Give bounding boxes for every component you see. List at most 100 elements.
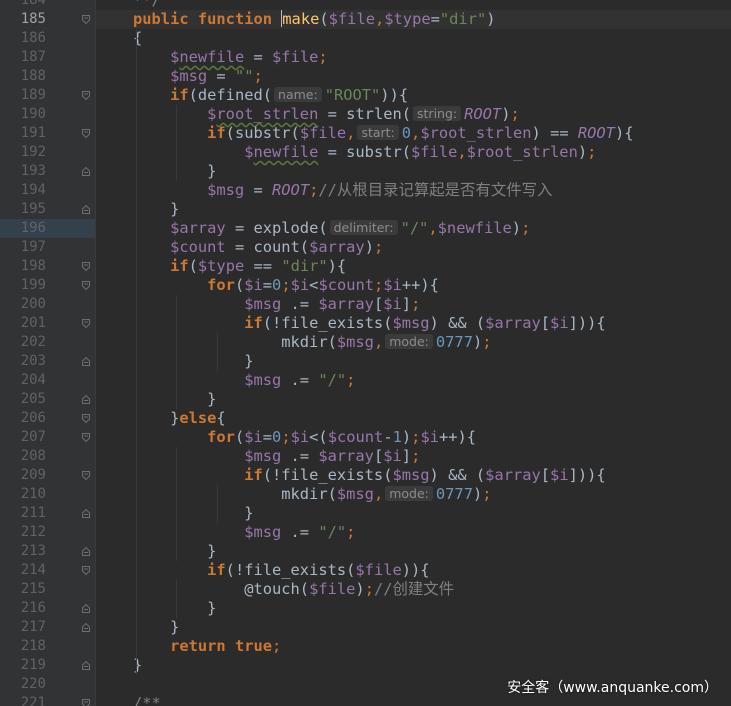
- code-line[interactable]: 206 }else{: [0, 409, 731, 428]
- line-gutter[interactable]: 209: [0, 466, 96, 485]
- fold-close-icon[interactable]: [82, 623, 90, 632]
- line-gutter[interactable]: 184: [0, 0, 96, 10]
- fold-close-icon[interactable]: [82, 547, 90, 556]
- fold-open-icon[interactable]: [82, 566, 90, 575]
- code-text[interactable]: if(defined(name: "ROOT")){: [133, 86, 408, 105]
- fold-open-icon[interactable]: [82, 15, 90, 24]
- fold-close-icon[interactable]: [82, 604, 90, 613]
- code-line[interactable]: 208 $msg .= $array[$i];: [0, 447, 731, 466]
- line-gutter[interactable]: 185: [0, 10, 96, 29]
- code-text[interactable]: if(!file_exists($msg) && ($array[$i])){: [133, 466, 605, 485]
- line-gutter[interactable]: 189: [0, 86, 96, 105]
- fold-open-icon[interactable]: [82, 262, 90, 271]
- code-text[interactable]: }: [133, 162, 216, 181]
- code-line[interactable]: 184 **/: [0, 0, 731, 10]
- fold-close-icon[interactable]: [82, 395, 90, 404]
- code-text[interactable]: $root_strlen = strlen(string: ROOT);: [133, 105, 520, 124]
- code-text[interactable]: mkdir($msg, mode: 0777);: [133, 333, 491, 352]
- code-text[interactable]: $msg = ROOT;//从根目录记算起是否有文件写入: [133, 181, 552, 200]
- line-gutter[interactable]: 213: [0, 542, 96, 561]
- fold-close-icon[interactable]: [82, 357, 90, 366]
- fold-open-icon[interactable]: [82, 414, 90, 423]
- code-text[interactable]: $msg .= "/";: [133, 371, 355, 390]
- code-text[interactable]: }else{: [133, 409, 226, 428]
- line-gutter[interactable]: 200: [0, 295, 96, 314]
- fold-open-icon[interactable]: [82, 91, 90, 100]
- code-text[interactable]: {: [133, 29, 142, 48]
- line-gutter[interactable]: 196: [0, 219, 96, 238]
- code-line[interactable]: 207 for($i=0;$i<($count-1);$i++){: [0, 428, 731, 447]
- code-line[interactable]: 185 public function make($file,$type="dir…: [0, 10, 731, 29]
- line-gutter[interactable]: 187: [0, 48, 96, 67]
- code-line[interactable]: 188 $msg = "";: [0, 67, 731, 86]
- fold-open-icon[interactable]: [82, 319, 90, 328]
- line-gutter[interactable]: 198: [0, 257, 96, 276]
- line-gutter[interactable]: 218: [0, 637, 96, 656]
- line-gutter[interactable]: 205: [0, 390, 96, 409]
- line-gutter[interactable]: 217: [0, 618, 96, 637]
- code-line[interactable]: 218 return true;: [0, 637, 731, 656]
- line-gutter[interactable]: 199: [0, 276, 96, 295]
- line-gutter[interactable]: 215: [0, 580, 96, 599]
- code-text[interactable]: }: [133, 656, 142, 675]
- code-line[interactable]: 204 $msg .= "/";: [0, 371, 731, 390]
- code-line[interactable]: 211 }: [0, 504, 731, 523]
- code-text[interactable]: $msg = "";: [133, 67, 263, 86]
- code-text[interactable]: if(substr($file, start: 0,$root_strlen) ==…: [133, 124, 633, 143]
- code-text[interactable]: for($i=0;$i<$count;$i++){: [133, 276, 439, 295]
- code-line[interactable]: 187 $newfile = $file;: [0, 48, 731, 67]
- code-text[interactable]: if($type == "dir"){: [133, 257, 346, 276]
- fold-open-icon[interactable]: [82, 129, 90, 138]
- code-line[interactable]: 203 }: [0, 352, 731, 371]
- code-line[interactable]: 197 $count = count($array);: [0, 238, 731, 257]
- code-line[interactable]: 210 mkdir($msg, mode: 0777);: [0, 485, 731, 504]
- fold-close-icon[interactable]: [82, 509, 90, 518]
- code-editor[interactable]: 184 **/ 185 public function make($file,$typ…: [0, 0, 731, 706]
- code-text[interactable]: **/: [133, 0, 161, 10]
- fold-close-icon[interactable]: [82, 205, 90, 214]
- fold-close-icon[interactable]: [82, 167, 90, 176]
- code-text[interactable]: if(!file_exists($msg) && ($array[$i])){: [133, 314, 605, 333]
- line-gutter[interactable]: 197: [0, 238, 96, 257]
- code-text[interactable]: return true;: [133, 637, 281, 656]
- code-text[interactable]: for($i=0;$i<($count-1);$i++){: [133, 428, 476, 447]
- line-gutter[interactable]: 210: [0, 485, 96, 504]
- line-gutter[interactable]: 202: [0, 333, 96, 352]
- code-line[interactable]: 189 if(defined(name: "ROOT")){: [0, 86, 731, 105]
- code-line[interactable]: 199 for($i=0;$i<$count;$i++){: [0, 276, 731, 295]
- line-gutter[interactable]: 201: [0, 314, 96, 333]
- line-gutter[interactable]: 190: [0, 105, 96, 124]
- code-line[interactable]: 209 if(!file_exists($msg) && ($array[$i]…: [0, 466, 731, 485]
- line-gutter[interactable]: 186: [0, 29, 96, 48]
- code-text[interactable]: mkdir($msg, mode: 0777);: [133, 485, 491, 504]
- code-text[interactable]: }: [133, 618, 179, 637]
- code-line[interactable]: 215 @touch($file);//创建文件: [0, 580, 731, 599]
- line-gutter[interactable]: 192: [0, 143, 96, 162]
- code-text[interactable]: }: [133, 352, 253, 371]
- code-line[interactable]: 198 if($type == "dir"){: [0, 257, 731, 276]
- code-line[interactable]: 196 $array = explode(delimiter: "/",$newf…: [0, 219, 731, 238]
- code-line[interactable]: 191 if(substr($file, start: 0,$root_strlen…: [0, 124, 731, 143]
- line-gutter[interactable]: 203: [0, 352, 96, 371]
- code-text[interactable]: $msg .= "/";: [133, 523, 355, 542]
- line-gutter[interactable]: 211: [0, 504, 96, 523]
- code-line[interactable]: 219}: [0, 656, 731, 675]
- code-line[interactable]: 216 }: [0, 599, 731, 618]
- code-line[interactable]: 200 $msg .= $array[$i];: [0, 295, 731, 314]
- line-gutter[interactable]: 188: [0, 67, 96, 86]
- line-gutter[interactable]: 208: [0, 447, 96, 466]
- line-gutter[interactable]: 204: [0, 371, 96, 390]
- code-text[interactable]: if(!file_exists($file)){: [133, 561, 429, 580]
- code-text[interactable]: public function make($file,$type="dir"): [133, 10, 496, 29]
- code-text[interactable]: @touch($file);//创建文件: [133, 580, 454, 599]
- line-gutter[interactable]: 221: [0, 694, 96, 706]
- fold-close-icon[interactable]: [82, 661, 90, 670]
- fold-open-icon[interactable]: [82, 471, 90, 480]
- line-gutter[interactable]: 193: [0, 162, 96, 181]
- code-text[interactable]: /**: [133, 694, 161, 706]
- line-gutter[interactable]: 212: [0, 523, 96, 542]
- code-text[interactable]: }: [133, 390, 216, 409]
- line-gutter[interactable]: 206: [0, 409, 96, 428]
- code-line[interactable]: 205 }: [0, 390, 731, 409]
- code-line[interactable]: 212 $msg .= "/";: [0, 523, 731, 542]
